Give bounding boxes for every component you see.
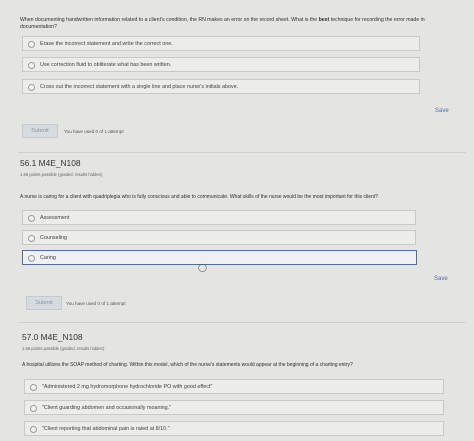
option-label: Counseling [40,235,67,241]
answer-option[interactable]: Erase the incorrect statement and write … [22,36,420,51]
answer-option[interactable]: "Client guarding abdomen and occasionall… [24,400,444,415]
radio-button[interactable] [28,41,35,48]
option-label: Use correction fluid to obliterate what … [40,62,172,68]
page: When documenting handwritten information… [0,0,474,441]
radio-button[interactable] [28,255,35,262]
question-title: 56.1 M4E_N108 [20,158,81,168]
radio-button[interactable] [28,215,35,222]
attempts-text: You have used 0 of 1 attempt [64,129,124,134]
option-label: "Administered 2 mg hydromorphone hydroch… [42,384,213,390]
option-label: "Client guarding abdomen and occasionall… [42,405,172,411]
submit-button[interactable]: Submit [26,296,62,310]
option-label: Erase the incorrect statement and write … [40,41,173,47]
section-divider [18,152,466,153]
radio-button[interactable] [30,426,37,433]
answer-option[interactable]: Counseling [22,230,416,245]
submit-button[interactable]: Submit [22,124,58,138]
question-prompt: A hospital utilizes the SOAP method of c… [22,362,353,368]
prompt-text: When documenting handwritten information… [20,17,319,23]
option-label: Cross out the incorrect statement with a… [40,84,239,90]
answer-option[interactable]: Assessment [22,210,416,225]
radio-button[interactable] [28,84,35,91]
answer-option[interactable]: Use correction fluid to obliterate what … [22,57,420,72]
attempts-text: You have used 0 of 1 attempt [66,301,126,306]
save-button[interactable]: Save [435,108,449,114]
prompt-emphasis: best [318,17,330,23]
radio-button[interactable] [30,384,37,391]
save-button[interactable]: Save [434,276,448,282]
section-divider [18,322,466,323]
points-info: 1.66 points possible (graded, results hi… [20,172,103,177]
option-label: Assessment [40,215,70,221]
answer-option[interactable]: "Client reporting that abdominal pain is… [24,421,444,436]
radio-button[interactable] [28,235,35,242]
radio-button[interactable] [28,62,35,69]
radio-button[interactable] [30,405,37,412]
answer-option[interactable]: Cross out the incorrect statement with a… [22,79,420,94]
pointer-cursor-icon: ◯ [198,263,207,272]
option-label: Caring [40,255,56,261]
question-prompt: When documenting handwritten information… [20,17,450,31]
answer-option[interactable]: "Administered 2 mg hydromorphone hydroch… [24,379,444,394]
option-label: "Client reporting that abdominal pain is… [42,426,170,432]
question-prompt: A nurse is caring for a client with quad… [20,194,378,200]
answer-option-selected[interactable]: Caring [22,250,417,265]
question-title: 57.0 M4E_N108 [22,332,83,342]
points-info: 1.66 points possible (graded, results hi… [22,346,105,351]
